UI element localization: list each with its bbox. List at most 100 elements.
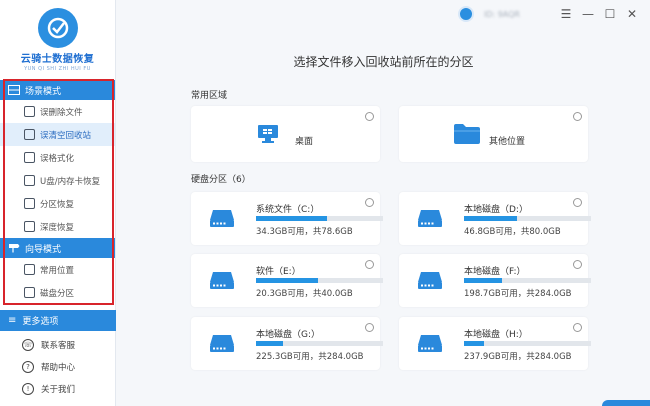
deep-recovery-icon <box>24 221 35 232</box>
drive-name: 系统文件（C:） <box>256 205 320 215</box>
radio-button[interactable] <box>365 323 374 332</box>
sidebar-item-label: 深度恢复 <box>40 222 75 233</box>
headset-icon: ☏ <box>22 339 34 351</box>
disk-partitions-label: 硬盘分区（6） <box>191 175 251 185</box>
sidebar-item-recycle-bin[interactable]: 误清空回收站 <box>0 123 115 146</box>
sidebar-item-disk-partitions[interactable]: 磁盘分区 <box>0 281 115 304</box>
desktop-icon <box>258 125 278 143</box>
folder-name: 桌面 <box>295 137 314 147</box>
main-panel: ID: 9AQR ☰ — ☐ ✕ 选择文件移入回收站前所在的分区 常用区域 桌面… <box>117 0 650 406</box>
drive-card[interactable]: 本地磁盘（F:） 198.7GB可用，共284.0GB <box>399 254 591 307</box>
menu-icon: ≡ <box>8 315 17 326</box>
sidebar: 云骑士数据恢复 YUN QI SHI ZHI HUI FU 场景模式 误删除文件… <box>0 0 116 406</box>
drive-name: 本地磁盘（D:） <box>464 205 528 215</box>
drive-usage-bar <box>256 216 383 221</box>
drive-card[interactable]: 系统文件（C:） 34.3GB可用，共78.6GB <box>191 192 383 245</box>
folder-name: 其他位置 <box>489 137 526 147</box>
drive-name: 本地磁盘（G:） <box>256 330 321 340</box>
drive-capacity: 237.9GB可用，共284.0GB <box>464 352 572 362</box>
user-avatar[interactable] <box>457 6 474 22</box>
drive-usage-bar <box>464 341 591 346</box>
next-button[interactable] <box>602 400 650 406</box>
logo-title: 云骑士数据恢复 <box>20 54 95 65</box>
radio-button[interactable] <box>573 198 582 207</box>
folder-card-other[interactable]: 其他位置 <box>399 106 588 162</box>
hard-drive-icon <box>418 210 442 227</box>
sidebar-item-deep-recovery[interactable]: 深度恢复 <box>0 215 115 238</box>
guide-mode-header[interactable]: 向导模式 <box>0 238 115 258</box>
drive-usage-fill <box>256 278 319 283</box>
sidebar-item-partition[interactable]: 分区恢复 <box>0 192 115 215</box>
app-logo: 云骑士数据恢复 YUN QI SHI ZHI HUI FU <box>0 0 115 80</box>
sidebar-item-help[interactable]: ? 帮助中心 <box>0 356 116 378</box>
folder-icon <box>454 124 480 144</box>
sidebar-item-label: 帮助中心 <box>41 363 76 373</box>
more-options-header[interactable]: ≡ 更多选项 <box>0 310 116 331</box>
sidebar-item-usb-card[interactable]: U盘/内存卡恢复 <box>0 169 115 192</box>
guide-mode-title: 向导模式 <box>25 244 62 255</box>
drive-usage-bar <box>256 341 383 346</box>
drive-usage-fill <box>256 341 283 346</box>
file-delete-icon <box>24 106 35 117</box>
sidebar-item-format[interactable]: 误格式化 <box>0 146 115 169</box>
sidebar-item-label: 联系客服 <box>41 341 76 351</box>
sidebar-item-label: 误删除文件 <box>40 107 83 118</box>
common-area-label: 常用区域 <box>191 91 228 101</box>
drive-card[interactable]: 本地磁盘（G:） 225.3GB可用，共284.0GB <box>191 317 383 370</box>
guide-mode-icon <box>8 243 20 253</box>
sidebar-item-label: 关于我们 <box>41 385 76 395</box>
radio-button[interactable] <box>365 260 374 269</box>
sidebar-item-label: 误清空回收站 <box>40 130 92 141</box>
sidebar-item-label: 分区恢复 <box>40 199 75 210</box>
sidebar-item-deleted-files[interactable]: 误删除文件 <box>0 100 115 123</box>
sidebar-item-label: U盘/内存卡恢复 <box>40 176 101 187</box>
scene-mode-icon <box>8 85 20 95</box>
scene-mode-header[interactable]: 场景模式 <box>0 80 115 100</box>
radio-button[interactable] <box>573 112 582 121</box>
drive-card[interactable]: 本地磁盘（D:） 46.8GB可用，共80.0GB <box>399 192 591 245</box>
drive-capacity: 225.3GB可用，共284.0GB <box>256 352 364 362</box>
sidebar-item-about[interactable]: ! 关于我们 <box>0 378 116 400</box>
drive-usage-bar <box>256 278 383 283</box>
drive-usage-fill <box>464 216 518 221</box>
sidebar-item-support[interactable]: ☏ 联系客服 <box>0 334 116 356</box>
partition-icon <box>24 198 35 209</box>
radio-button[interactable] <box>573 260 582 269</box>
drive-card[interactable]: 本地磁盘（H:） 237.9GB可用，共284.0GB <box>399 317 591 370</box>
windows-icon <box>24 264 35 275</box>
radio-button[interactable] <box>365 198 374 207</box>
radio-button[interactable] <box>365 112 374 121</box>
page-title: 选择文件移入回收站前所在的分区 <box>293 55 474 69</box>
drive-capacity: 46.8GB可用，共80.0GB <box>464 227 561 237</box>
radio-button[interactable] <box>573 323 582 332</box>
info-icon: ! <box>22 383 34 395</box>
sidebar-item-label: 误格式化 <box>40 153 75 164</box>
disk-icon <box>24 287 35 298</box>
sidebar-item-label: 常用位置 <box>40 265 75 276</box>
drive-capacity: 20.3GB可用，共40.0GB <box>256 289 353 299</box>
drive-name: 本地磁盘（F:） <box>464 267 526 277</box>
hard-drive-icon <box>210 272 234 289</box>
folder-card-desktop[interactable]: 桌面 <box>191 106 380 162</box>
format-icon <box>24 152 35 163</box>
drive-usage-fill <box>256 216 328 221</box>
minimize-icon[interactable]: — <box>582 7 594 21</box>
drive-usage-bar <box>464 278 591 283</box>
menu-icon[interactable]: ☰ <box>560 7 572 21</box>
logo-icon <box>37 8 78 48</box>
help-icon: ? <box>22 361 34 373</box>
hard-drive-icon <box>418 272 442 289</box>
close-icon[interactable]: ✕ <box>626 7 638 21</box>
logo-subtitle: YUN QI SHI ZHI HUI FU <box>24 66 91 72</box>
drive-usage-bar <box>464 216 591 221</box>
recycle-bin-icon <box>24 129 35 140</box>
drive-card[interactable]: 软件（E:） 20.3GB可用，共40.0GB <box>191 254 383 307</box>
user-name[interactable]: ID: 9AQR <box>484 10 520 19</box>
sidebar-item-common-locations[interactable]: 常用位置 <box>0 258 115 281</box>
maximize-icon[interactable]: ☐ <box>604 7 616 21</box>
hard-drive-icon <box>210 335 234 352</box>
hard-drive-icon <box>210 210 234 227</box>
more-options-title: 更多选项 <box>22 317 59 327</box>
drive-usage-fill <box>464 278 503 283</box>
sidebar-item-label: 磁盘分区 <box>40 288 75 299</box>
